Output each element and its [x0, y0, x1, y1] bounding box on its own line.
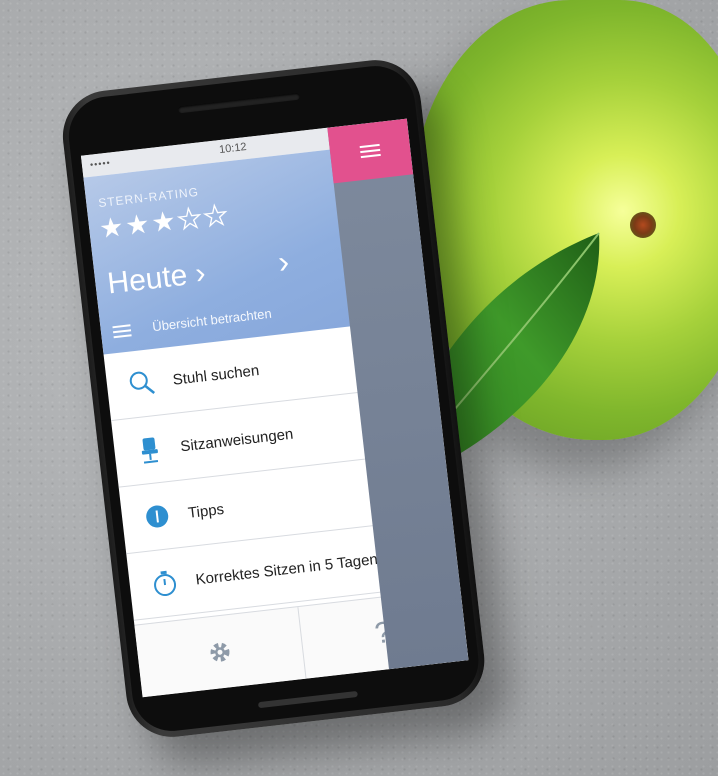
apple-stem: [630, 212, 656, 238]
search-icon: [125, 367, 158, 400]
hamburger-menu-button[interactable]: [327, 118, 414, 184]
star-empty-icon: ★: [201, 199, 232, 233]
star-filled-icon: ★: [149, 205, 180, 239]
overview-label: Übersicht betrachten: [151, 305, 273, 335]
app-screen: ••••• 10:12 STERN-RATING ★★★★★ Heute › ›…: [80, 118, 469, 698]
menu-item-label: Tipps: [187, 500, 225, 522]
chair-icon: [133, 433, 166, 466]
overview-link[interactable]: Übersicht betrachten: [112, 305, 273, 341]
star-filled-icon: ★: [97, 211, 128, 245]
gear-icon: [210, 642, 230, 662]
day-label: Heute: [105, 258, 190, 301]
star-empty-icon: ★: [175, 202, 206, 236]
next-day-chevron-icon[interactable]: ›: [276, 243, 291, 281]
tip-icon: [141, 500, 174, 533]
list-icon: [112, 321, 132, 341]
menu-item-label: Korrektes Sitzen in 5 Tagen: [194, 550, 379, 588]
chevron-right-icon: ›: [193, 256, 208, 291]
day-link[interactable]: Heute ›: [106, 257, 208, 302]
menu-item-label: Sitzanweisungen: [179, 425, 295, 455]
hamburger-icon: [359, 141, 381, 161]
star-filled-icon: ★: [123, 208, 154, 242]
menu-item-label: Stuhl suchen: [171, 361, 261, 389]
stopwatch-icon: [148, 566, 181, 599]
status-time: 10:12: [218, 141, 248, 157]
signal-dots: •••••: [89, 157, 112, 170]
smartphone: ••••• 10:12 STERN-RATING ★★★★★ Heute › ›…: [58, 55, 490, 742]
